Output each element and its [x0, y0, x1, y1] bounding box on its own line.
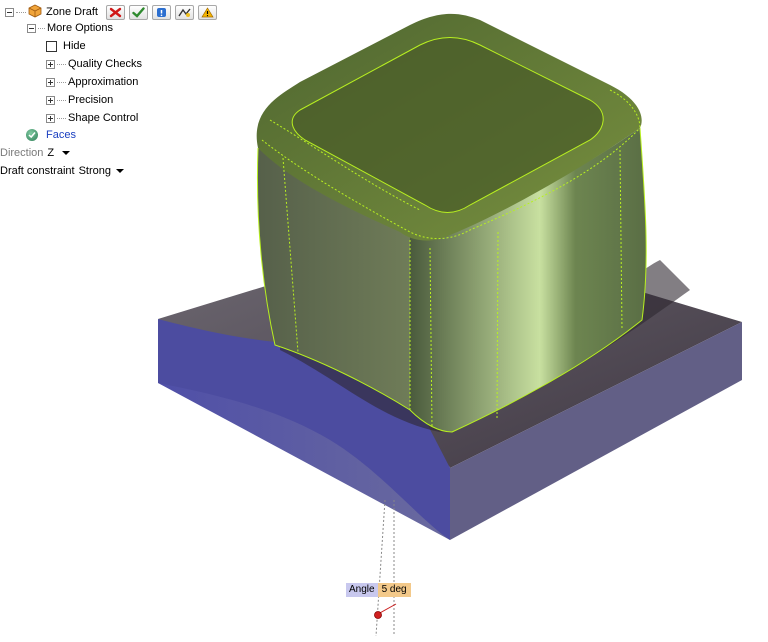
tree-connector: [38, 27, 45, 29]
collapse-icon[interactable]: [27, 23, 36, 33]
preview-button[interactable]: [174, 4, 194, 20]
ok-button[interactable]: [128, 4, 148, 20]
angle-value[interactable]: 5 deg: [377, 583, 411, 597]
tree-connector: [57, 81, 66, 83]
hide-label: Hide: [63, 40, 86, 52]
tree-item-precision[interactable]: Precision: [46, 91, 113, 109]
info-button[interactable]: [151, 4, 171, 20]
angle-tag[interactable]: Angle 5 deg: [346, 583, 411, 597]
draft-constraint-dropdown[interactable]: Strong: [78, 165, 125, 177]
precision-label: Precision: [68, 94, 114, 106]
more-options-label: More Options: [47, 22, 114, 34]
angle-label: Angle: [346, 583, 378, 597]
expand-icon[interactable]: [46, 77, 55, 87]
zone-draft-icon: [28, 4, 42, 21]
ok-icon: [132, 6, 145, 18]
cancel-button[interactable]: [105, 4, 125, 20]
direction-dropdown[interactable]: Z: [47, 147, 71, 159]
tree-item-quality-checks[interactable]: Quality Checks: [46, 55, 142, 73]
collapse-icon[interactable]: [5, 7, 14, 17]
tree-connector: [57, 117, 66, 119]
expand-icon[interactable]: [46, 113, 55, 123]
tree-item-more-options[interactable]: More Options: [27, 19, 113, 37]
tree-connector: [16, 11, 26, 13]
warning-icon: [201, 6, 214, 17]
hide-checkbox[interactable]: [46, 40, 57, 52]
faces-check-icon: [26, 129, 38, 141]
draft-constraint-label: Draft constraint: [0, 165, 75, 177]
chevron-down-icon: [116, 169, 125, 173]
tree-connector: [57, 63, 66, 65]
approximation-label: Approximation: [68, 76, 139, 88]
direction-value: Z: [47, 147, 55, 159]
draft-constraint-value: Strong: [78, 165, 112, 177]
direction-label: Direction: [0, 147, 44, 159]
cancel-icon: [109, 7, 122, 17]
chevron-down-icon: [62, 151, 71, 155]
info-icon: [156, 7, 166, 17]
preview-icon: [178, 8, 191, 17]
faces-label: Faces: [46, 129, 76, 141]
expand-icon[interactable]: [46, 95, 55, 105]
tree-connector: [57, 99, 66, 101]
hide-option[interactable]: Hide: [46, 37, 86, 55]
draft-constraint-option[interactable]: Draft constraint Strong: [0, 162, 125, 180]
warning-button[interactable]: [197, 4, 217, 20]
expand-icon[interactable]: [46, 59, 55, 69]
tree-item-approximation[interactable]: Approximation: [46, 73, 138, 91]
shape-control-label: Shape Control: [68, 112, 139, 124]
model-viewport[interactable]: [0, 0, 768, 642]
quality-checks-label: Quality Checks: [68, 58, 142, 70]
direction-indicator: [374, 499, 397, 637]
zone-draft-label: Zone Draft: [46, 6, 98, 18]
tree-item-shape-control[interactable]: Shape Control: [46, 109, 138, 127]
direction-option[interactable]: Direction Z: [0, 144, 71, 162]
faces-item[interactable]: Faces: [26, 126, 76, 144]
